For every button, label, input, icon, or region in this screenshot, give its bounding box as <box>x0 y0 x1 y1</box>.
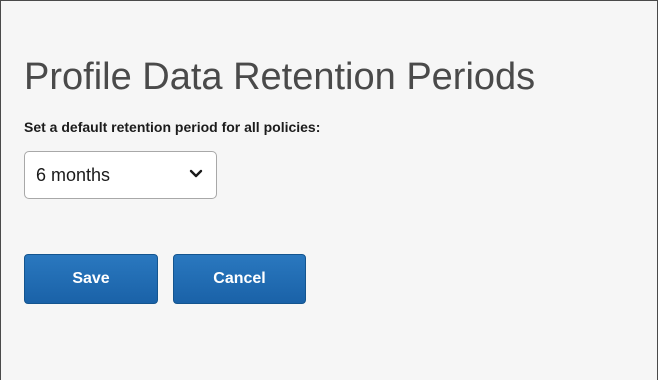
page-title: Profile Data Retention Periods <box>24 56 536 98</box>
chevron-down-icon <box>189 169 203 178</box>
cancel-button[interactable]: Cancel <box>173 254 306 304</box>
retention-period-selected-value: 6 months <box>36 165 111 185</box>
save-button[interactable]: Save <box>24 254 158 304</box>
retention-period-select[interactable]: 6 months <box>24 151 217 199</box>
retention-period-label: Set a default retention period for all p… <box>24 119 321 135</box>
settings-panel: Profile Data Retention Periods Set a def… <box>0 0 658 380</box>
